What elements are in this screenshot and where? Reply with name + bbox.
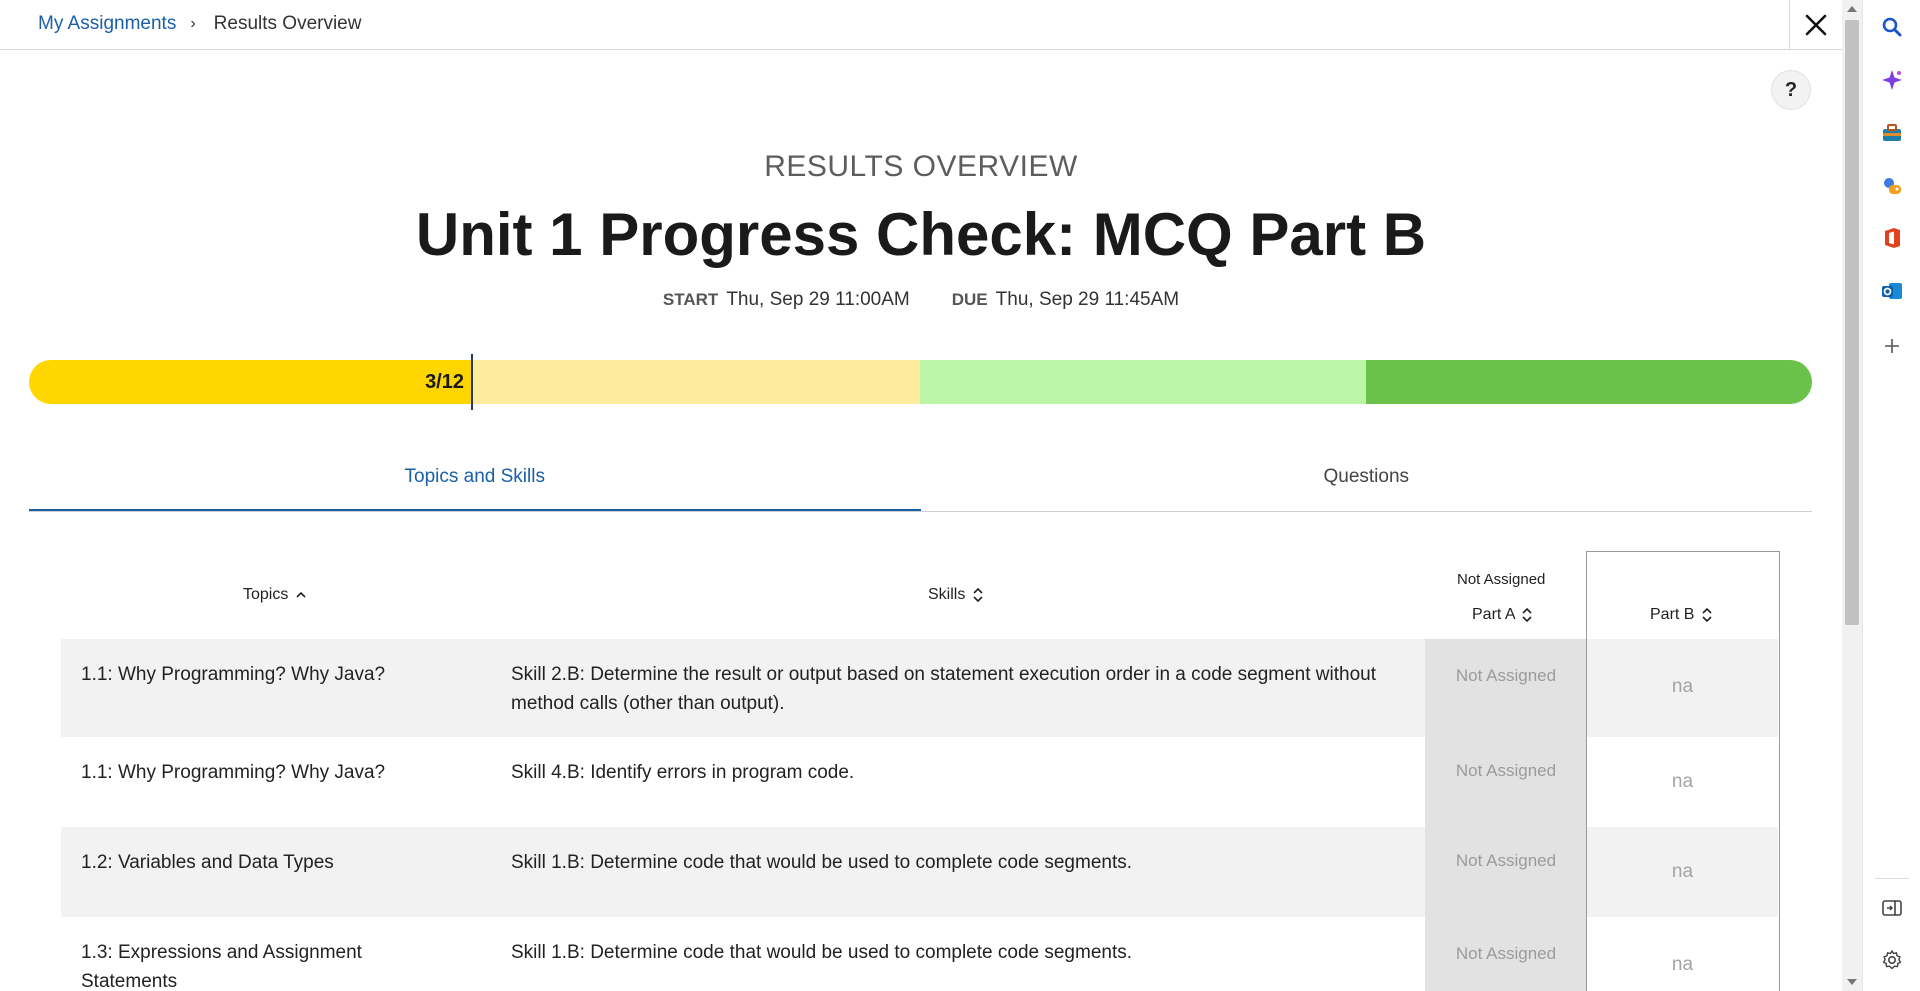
progress-label: 3/12 [425, 370, 464, 393]
part-a-cell: Not Assigned [1425, 639, 1587, 737]
progress-bar: 3/12 [29, 360, 1812, 404]
app-window: My Assignments › Results Overview ? RESU… [0, 0, 1920, 991]
add-icon [1885, 339, 1899, 353]
table-row: 1.1: Why Programming? Why Java? Skill 2.… [61, 639, 1778, 737]
progress-segment-2 [472, 360, 920, 404]
part-b-cell: na [1671, 771, 1694, 792]
part-b-cell: na [1671, 954, 1694, 975]
due-date: Thu, Sep 29 11:45AM [995, 289, 1180, 310]
column-header-topics-label: Topics [243, 586, 289, 603]
column-header-part-b-label: Part B [1650, 606, 1695, 623]
scroll-down-icon[interactable] [1847, 979, 1857, 985]
column-group-not-assigned: Not Assigned [1457, 571, 1546, 588]
sort-ascending-icon [296, 591, 306, 598]
sidebar-panel-button[interactable] [1876, 892, 1908, 924]
panel-icon [1882, 900, 1902, 916]
sort-icon [1702, 607, 1712, 622]
column-header-topics[interactable]: Topics [243, 586, 306, 604]
search-icon [1882, 17, 1902, 37]
sidebar-games-button[interactable] [1876, 170, 1908, 202]
tab-bar: Topics and Skills Questions [29, 450, 1812, 512]
part-b-cell: na [1671, 676, 1694, 697]
tab-questions[interactable]: Questions [921, 450, 1813, 511]
topic-cell: 1.1: Why Programming? Why Java? [81, 664, 386, 685]
outlook-icon [1882, 283, 1902, 299]
progress-segment-4 [1366, 360, 1812, 404]
tab-topics-and-skills[interactable]: Topics and Skills [29, 450, 921, 511]
part-a-cell: Not Assigned [1425, 827, 1587, 917]
top-bar: My Assignments › Results Overview [0, 0, 1842, 50]
chevron-right-icon: › [190, 15, 196, 32]
sidebar-outlook-button[interactable] [1876, 275, 1908, 307]
sort-icon [973, 587, 983, 602]
progress-marker [471, 354, 473, 410]
breadcrumb: My Assignments › Results Overview [38, 13, 361, 35]
skill-cell: Skill 4.B: Identify errors in program co… [511, 762, 855, 783]
sidebar-tools-button[interactable] [1876, 117, 1908, 149]
start-label: START [662, 290, 719, 309]
table-header: Topics Skills Not Assigned Part A Part B [61, 551, 1778, 639]
topic-cell: 1.2: Variables and Data Types [81, 852, 334, 873]
column-header-part-a[interactable]: Part A [1472, 606, 1532, 624]
sidebar-divider [1875, 878, 1909, 879]
breadcrumb-current: Results Overview [213, 13, 362, 34]
column-header-skills-label: Skills [928, 586, 966, 603]
games-icon [1884, 178, 1901, 194]
sidebar-settings-button[interactable] [1876, 944, 1908, 976]
assignment-dates: START Thu, Sep 29 11:00AM DUE Thu, Sep 29 1… [0, 289, 1842, 311]
table-row: 1.1: Why Programming? Why Java? Skill 4.… [61, 737, 1778, 827]
skill-cell: Skill 1.B: Determine code that would be … [511, 942, 1133, 963]
part-a-cell: Not Assigned [1425, 737, 1587, 827]
progress-segment-1: 3/12 [29, 360, 472, 404]
tools-icon [1883, 124, 1901, 141]
close-button[interactable] [1789, 0, 1842, 50]
skill-cell: Skill 1.B: Determine code that would be … [511, 852, 1133, 873]
start-date: Thu, Sep 29 11:00AM [726, 289, 910, 310]
skill-cell: Skill 2.B: Determine the result or outpu… [511, 664, 1376, 714]
office-icon [1885, 228, 1900, 248]
scroll-up-icon[interactable] [1847, 6, 1857, 12]
sidebar-add-button[interactable] [1876, 330, 1908, 362]
page-title: Unit 1 Progress Check: MCQ Part B [415, 201, 1427, 268]
table-row: 1.3: Expressions and Assignment Statemen… [61, 917, 1778, 991]
topic-cell: 1.1: Why Programming? Why Java? [81, 762, 386, 783]
vertical-scrollbar[interactable] [1842, 0, 1862, 991]
topic-cell: 1.3: Expressions and Assignment Statemen… [81, 942, 362, 991]
breadcrumb-my-assignments[interactable]: My Assignments [38, 13, 176, 35]
settings-icon [1882, 950, 1902, 970]
sidebar-search-button[interactable] [1876, 11, 1908, 43]
part-b-cell: na [1671, 861, 1694, 882]
sort-icon [1522, 607, 1532, 622]
sidebar-copilot-button[interactable] [1876, 64, 1908, 96]
help-button[interactable]: ? [1771, 70, 1811, 110]
close-icon [1805, 14, 1827, 36]
column-header-skills[interactable]: Skills [928, 586, 983, 604]
column-header-part-b[interactable]: Part B [1650, 606, 1712, 624]
sidebar-office-button[interactable] [1876, 222, 1908, 254]
progress-segment-3 [920, 360, 1366, 404]
part-a-cell: Not Assigned [1425, 917, 1587, 991]
copilot-icon [1882, 70, 1902, 90]
column-header-part-a-label: Part A [1472, 606, 1515, 623]
scrollbar-thumb[interactable] [1845, 20, 1859, 625]
due-label: DUE [951, 290, 988, 309]
table-row: 1.2: Variables and Data Types Skill 1.B:… [61, 827, 1778, 917]
page-eyebrow: RESULTS OVERVIEW [764, 150, 1078, 183]
browser-sidebar [1862, 0, 1920, 991]
